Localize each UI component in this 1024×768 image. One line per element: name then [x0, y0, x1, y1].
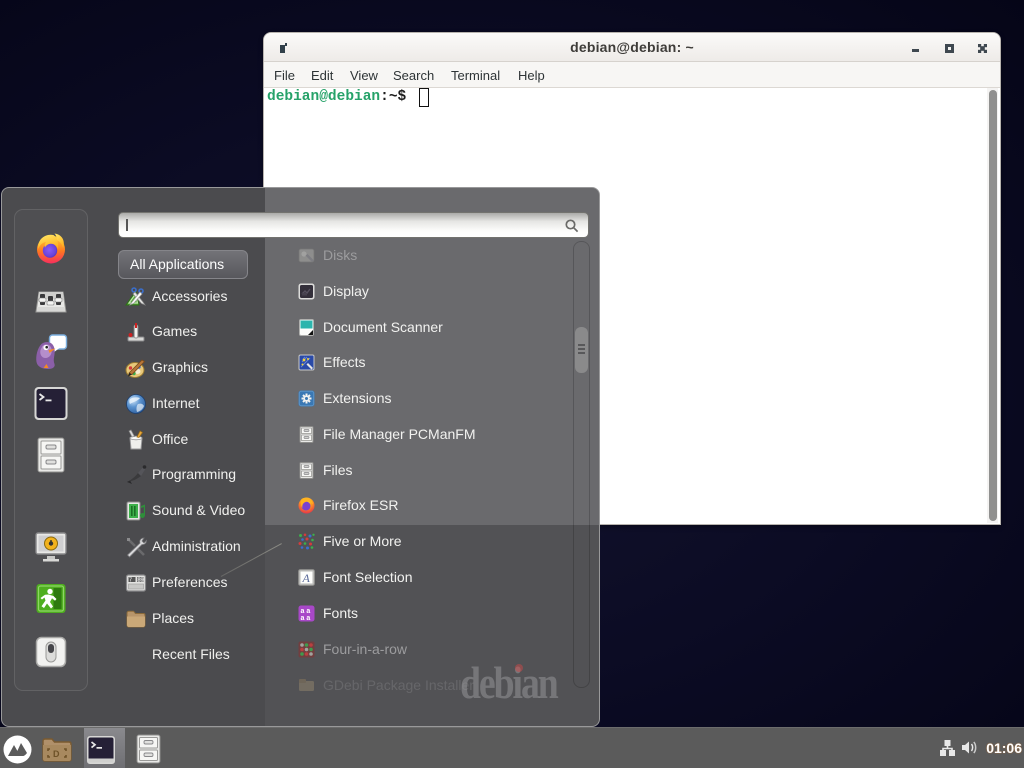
svg-text:a a: a a [301, 615, 311, 622]
svg-text:a a: a a [301, 608, 311, 615]
svg-text:7: 7 [129, 578, 132, 584]
svg-text:A: A [302, 571, 311, 585]
svg-text:D: D [53, 749, 60, 759]
svg-text:89: 89 [138, 578, 144, 584]
